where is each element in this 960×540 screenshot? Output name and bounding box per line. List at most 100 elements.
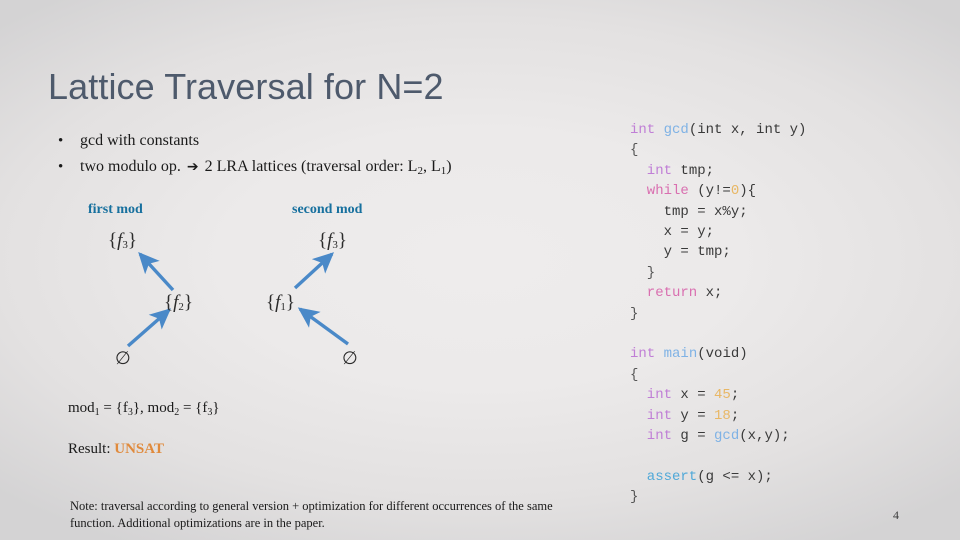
lattice-node-left-top: {f3} [108, 230, 137, 252]
keyword-while: while [630, 183, 689, 200]
brace-open: { [108, 230, 118, 251]
bullet-marker: • [58, 133, 64, 149]
code-text: x; [697, 285, 723, 302]
code-text: ){ [739, 183, 757, 200]
code-text: x = [672, 387, 715, 404]
arrow-right-bottom-to-mid [297, 307, 350, 346]
code-line: int main(void) [630, 344, 940, 364]
code-line: y = tmp; [630, 242, 940, 262]
keyword-int: int [630, 162, 673, 179]
code-text: { [630, 366, 639, 383]
code-text: { [630, 142, 639, 159]
brace-open: { [164, 292, 174, 313]
code-text: (int x, int y) [688, 122, 807, 138]
code-text: tmp = x%y; [630, 203, 748, 220]
brace-close: } [183, 292, 194, 313]
literal-zero: 0 [730, 183, 740, 200]
keyword-int: int [630, 346, 656, 363]
bullet-item-gcd: • gcd with constants [46, 128, 616, 154]
code-line: int x = 45; [630, 385, 940, 405]
function-main: main [655, 346, 698, 363]
status-badge-unsat: UNSAT [114, 441, 164, 457]
code-text: (void) [697, 346, 748, 363]
right-arrow-icon: ➔ [186, 159, 199, 175]
code-panel: int gcd(int x, int y){ int tmp; while (y… [630, 120, 940, 508]
keyword-int: int [630, 387, 673, 404]
function-call-gcd: gcd [714, 428, 740, 445]
code-text: (y!= [688, 183, 731, 200]
code-line: } [630, 263, 940, 283]
code-line: assert(g <= x); [630, 467, 940, 487]
lattice-node-right-bottom-emptyset: ∅ [342, 348, 358, 369]
brace-close: } [285, 292, 296, 313]
code-line: int g = gcd(x,y); [630, 426, 940, 446]
code-line: int tmp; [630, 161, 940, 181]
code-line: } [630, 487, 940, 507]
lattice-diagram: first mod second mod {f3} {f2} ∅ {f3} {f… [60, 196, 460, 386]
bullet-list: • gcd with constants • two modulo op. ➔ … [46, 128, 616, 184]
arrow-right-mid-to-top [293, 252, 335, 290]
code-line: x = y; [630, 222, 940, 242]
code-text: ; [730, 407, 740, 424]
arrow-left-bottom-to-mid [126, 308, 172, 348]
code-text: tmp; [672, 162, 715, 179]
code-text: y = [672, 407, 715, 424]
literal-45: 45 [714, 387, 731, 404]
literal-18: 18 [714, 407, 731, 424]
code-line: { [630, 140, 940, 160]
footnote-note: Note: traversal according to general ver… [70, 499, 553, 530]
bullet-text-after-arrow: 2 LRA lattices (traversal order: L [200, 158, 418, 175]
bullet-text-before-arrow: two modulo op. [80, 158, 185, 175]
code-text: (x,y); [739, 428, 790, 445]
keyword-int: int [630, 407, 673, 424]
code-text: y = tmp; [630, 244, 731, 261]
result-label: Result: [68, 441, 115, 457]
keyword-int: int [630, 428, 673, 445]
keyword-return: return [630, 285, 698, 302]
function-gcd: gcd [655, 122, 689, 138]
brace-open: { [266, 292, 276, 313]
code-line: while (y!=0){ [630, 181, 940, 201]
arrow-left-mid-to-top [138, 251, 175, 292]
brace-close: } [127, 230, 138, 251]
lattice-node-right-top: {f3} [318, 230, 347, 252]
keyword-int: int [630, 122, 656, 138]
code-text: } [630, 264, 656, 281]
mod2-value-end: } [212, 400, 220, 416]
lattice-node-left-bottom-emptyset: ∅ [115, 348, 131, 369]
code-line: return x; [630, 283, 940, 303]
bullet-marker: • [58, 159, 64, 175]
mod-summary-line: mod1 = {f3}, mod2 = {f3} [68, 400, 220, 418]
lattice-header-first-mod: first mod [88, 202, 143, 217]
code-line: tmp = x%y; [630, 202, 940, 222]
bullet-text: gcd with constants [80, 132, 200, 149]
bullet-text-tail: ) [446, 158, 452, 175]
code-line: } [630, 304, 940, 324]
lattice-header-second-mod: second mod [292, 202, 363, 217]
brace-close: } [337, 230, 348, 251]
code-text: (g <= x); [697, 468, 773, 485]
mod2-label: mod [147, 400, 175, 416]
function-assert: assert [630, 468, 698, 485]
code-text: g = [672, 428, 715, 445]
mod1-value: = {f [99, 400, 128, 416]
code-line: int y = 18; [630, 406, 940, 426]
bullet-text-mid: , L [422, 158, 441, 175]
lattice-node-left-mid: {f2} [164, 292, 193, 314]
brace-open: { [318, 230, 328, 251]
mod2-value: = {f [179, 400, 208, 416]
code-text: } [630, 305, 639, 322]
code-text: ; [730, 387, 740, 404]
slide-canvas: Lattice Traversal for N=2 • gcd with con… [0, 0, 960, 540]
code-text: } [630, 489, 639, 506]
code-line: { [630, 365, 940, 385]
code-text: x = y; [630, 224, 715, 241]
bullet-item-modulo: • two modulo op. ➔ 2 LRA lattices (trave… [46, 154, 616, 184]
page-title: Lattice Traversal for N=2 [48, 66, 444, 107]
mod1-value-end: }, [132, 400, 148, 416]
mod1-label: mod [68, 400, 95, 416]
code-line: int gcd(int x, int y) [630, 120, 940, 140]
page-number: 4 [893, 508, 899, 522]
